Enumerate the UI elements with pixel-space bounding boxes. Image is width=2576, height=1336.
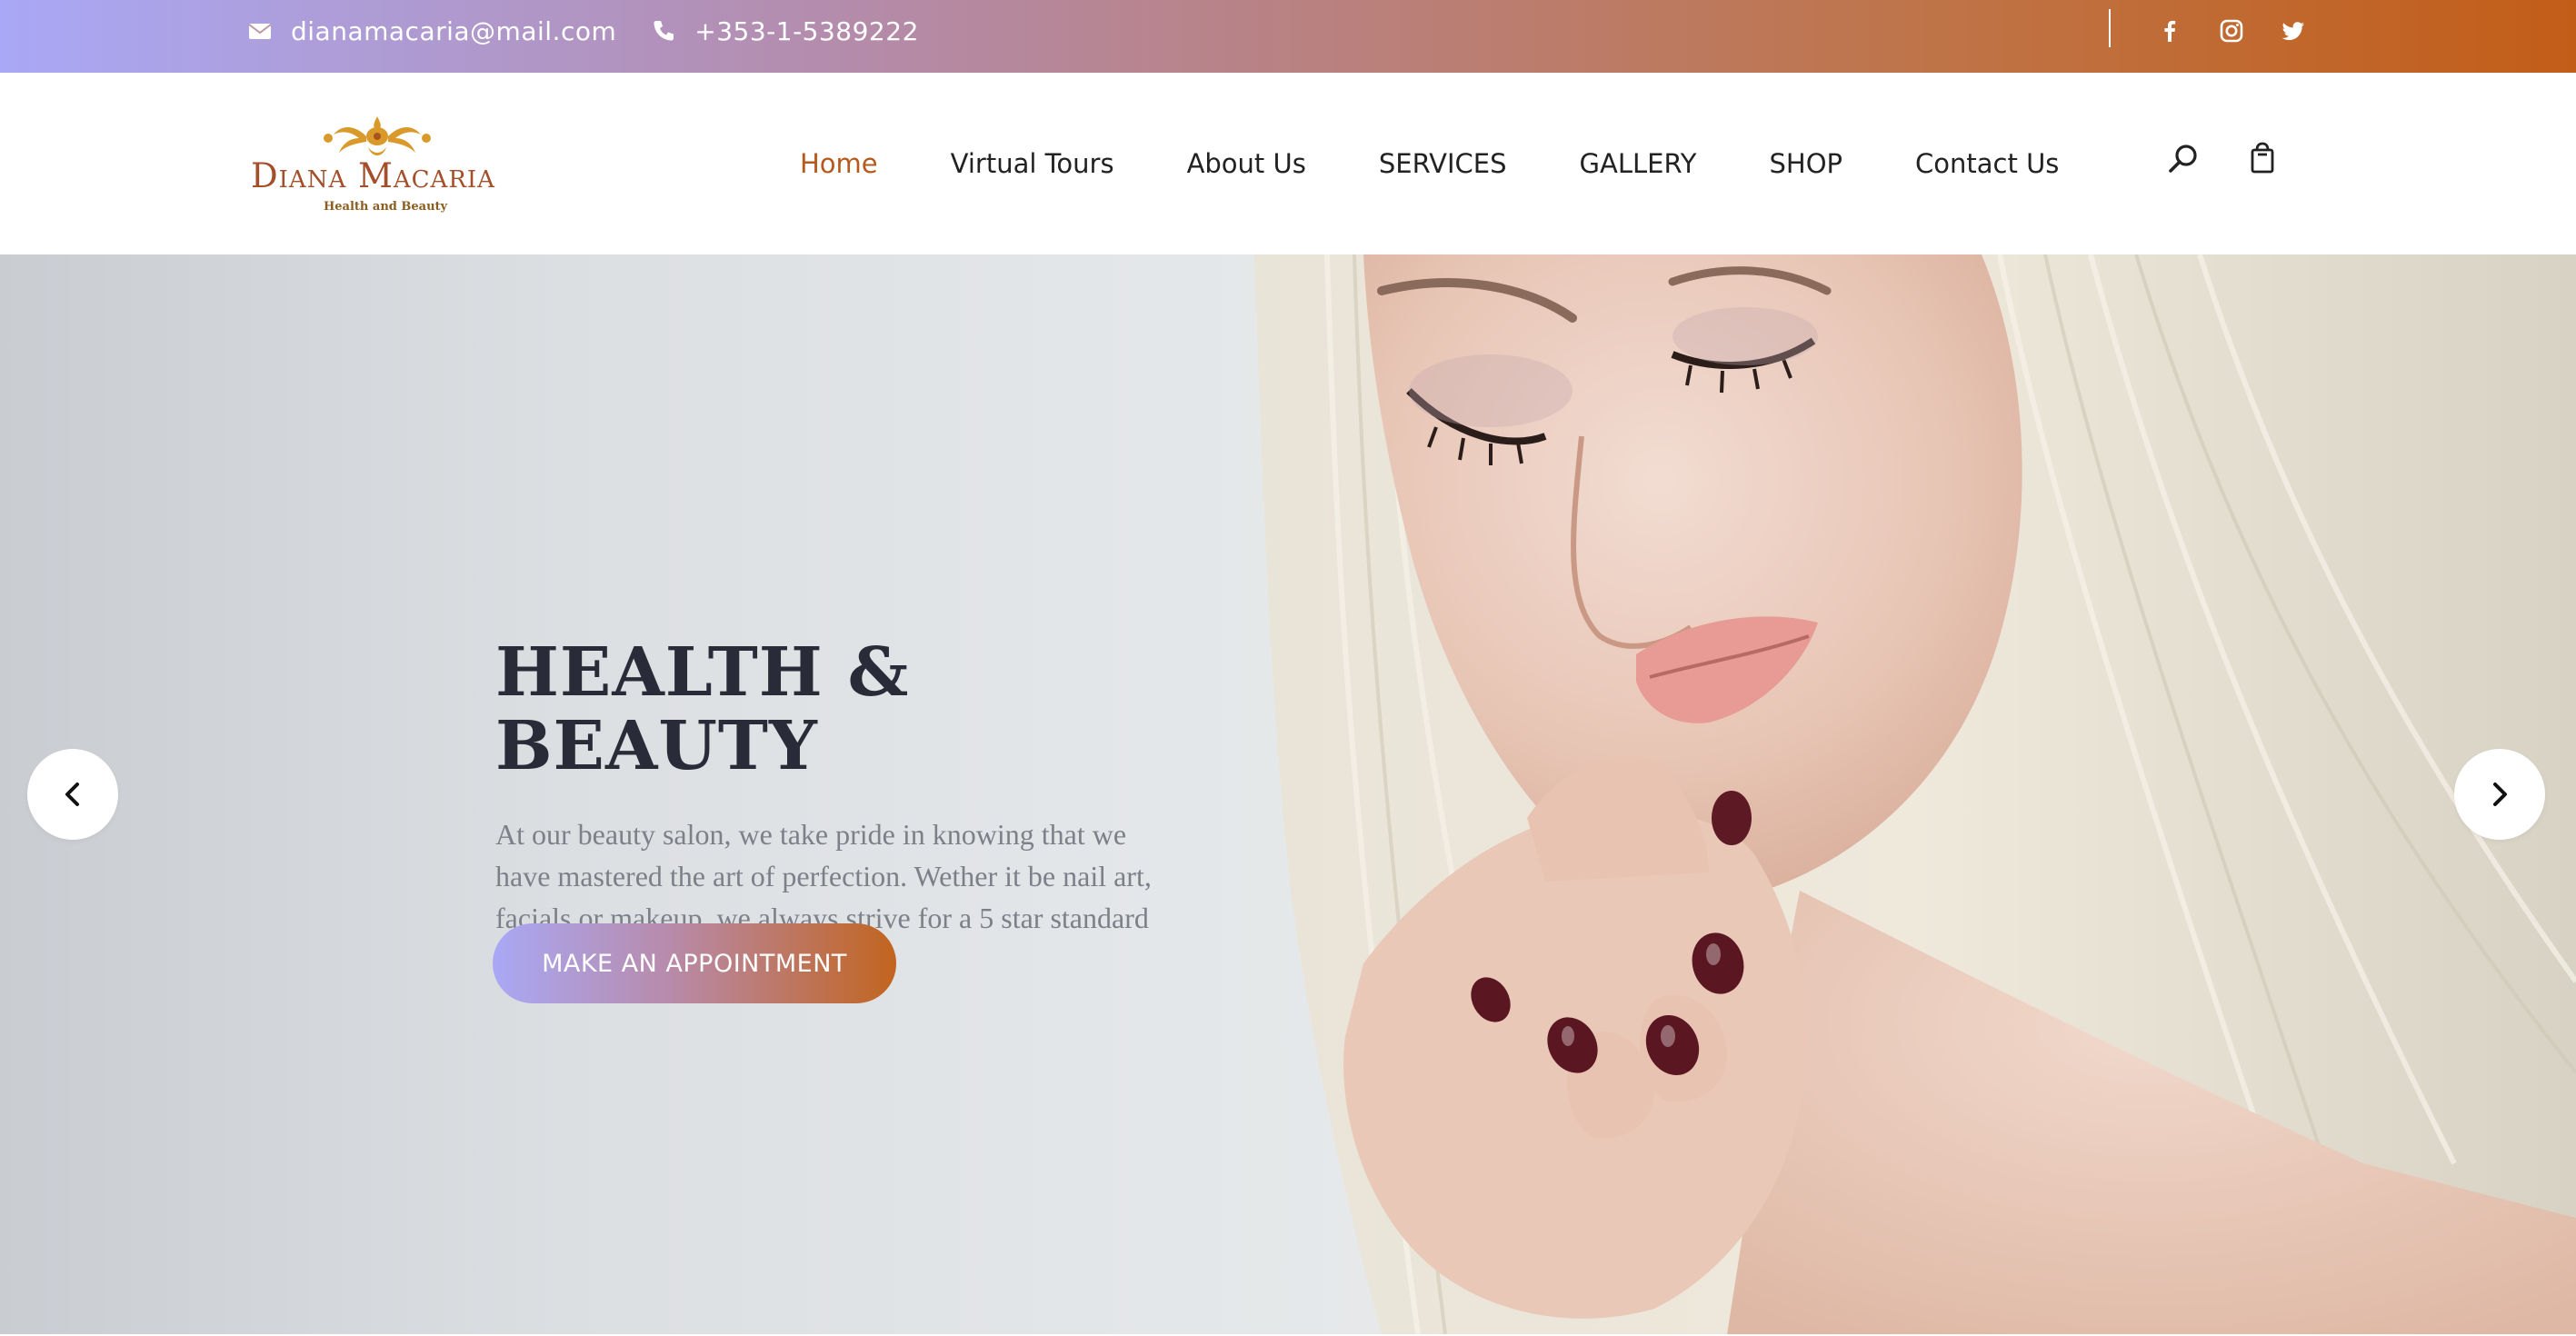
hero-description: At our beauty salon, we take pride in kn… — [495, 817, 1152, 934]
social-links — [2156, 0, 2341, 62]
twitter-icon[interactable] — [2280, 17, 2307, 45]
hero-content: HEALTH & BEAUTY At our beauty salon, we … — [495, 633, 1168, 939]
search-icon[interactable] — [2166, 142, 2201, 176]
hero-model-photo — [1254, 254, 2576, 1334]
logo[interactable]: Diana Macaria Health and Beauty — [245, 111, 509, 220]
slider-next-button[interactable] — [2454, 749, 2545, 840]
logo-tagline: Health and Beauty — [324, 200, 448, 214]
facebook-icon[interactable] — [2156, 17, 2183, 45]
logo-emblem — [324, 116, 431, 155]
envelope-icon — [247, 18, 273, 44]
nav-services[interactable]: SERVICES — [1379, 148, 1507, 179]
nav-home[interactable]: Home — [800, 148, 878, 179]
make-appointment-button[interactable]: MAKE AN APPOINTMENT — [493, 923, 896, 1003]
top-bar: dianamacaria@mail.com +353-1-5389222 — [0, 0, 2576, 73]
hero-slider: HEALTH & BEAUTY At our beauty salon, we … — [0, 254, 2576, 1334]
nav-gallery[interactable]: GALLERY — [1580, 148, 1697, 179]
chevron-left-icon — [65, 783, 79, 806]
email-contact[interactable]: dianamacaria@mail.com — [247, 16, 616, 46]
phone-text[interactable]: +353-1-5389222 — [694, 16, 919, 46]
main-header: Diana Macaria Health and Beauty Home Vir… — [0, 73, 2576, 254]
phone-contact[interactable]: +353-1-5389222 — [651, 16, 919, 46]
nav-about-us[interactable]: About Us — [1187, 148, 1306, 179]
logo-brand: Diana Macaria — [251, 156, 495, 195]
nav-contact-us[interactable]: Contact Us — [1915, 148, 2059, 179]
topbar-divider — [2109, 9, 2111, 47]
email-text[interactable]: dianamacaria@mail.com — [291, 16, 616, 46]
nav-virtual-tours[interactable]: Virtual Tours — [951, 148, 1114, 179]
contact-info: dianamacaria@mail.com +353-1-5389222 — [247, 0, 919, 62]
phone-icon — [651, 18, 676, 44]
hero-title: HEALTH & BEAUTY — [495, 633, 910, 786]
main-nav: Home Virtual Tours About Us SERVICES GAL… — [800, 73, 2132, 254]
slider-prev-button[interactable] — [27, 749, 118, 840]
instagram-icon[interactable] — [2218, 17, 2245, 45]
nav-shop[interactable]: SHOP — [1770, 148, 1843, 179]
shopping-bag-icon[interactable] — [2245, 140, 2280, 174]
chevron-right-icon — [2493, 783, 2507, 806]
